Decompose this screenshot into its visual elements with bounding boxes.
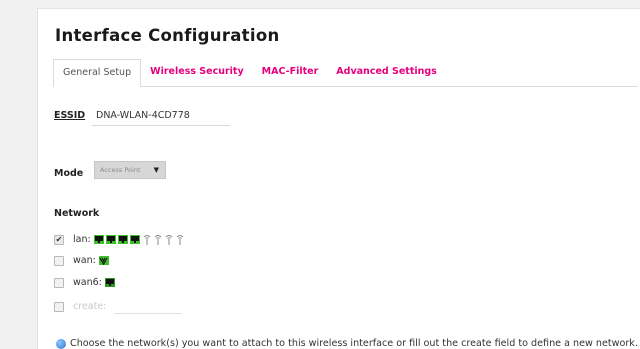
- info-icon: [56, 338, 66, 349]
- tab-wireless-security[interactable]: Wireless Security: [141, 59, 253, 85]
- lan-checkbox[interactable]: ✔: [54, 234, 64, 245]
- create-checkbox[interactable]: [54, 301, 64, 312]
- network-option-wan: wan:: [54, 255, 111, 266]
- network-option-name: create:: [73, 301, 107, 312]
- mode-label: Mode: [54, 168, 84, 179]
- wifi-antenna-icon: [143, 234, 151, 245]
- ethernet-port-icon: [117, 235, 128, 244]
- hint-text: Choose the network(s) you want to attach…: [70, 338, 638, 349]
- interface-config-panel: Interface Configuration General Setup Wi…: [37, 8, 640, 349]
- network-label: Network: [54, 208, 100, 219]
- wifi-antenna-icon: [165, 234, 173, 245]
- tab-bar: General Setup Wireless Security MAC-Filt…: [53, 59, 638, 87]
- mode-select[interactable]: Access Point ▼: [94, 161, 166, 179]
- tab-mac-filter[interactable]: MAC-Filter: [253, 59, 328, 85]
- wifi-antenna-icon: [176, 234, 184, 245]
- wan-globe-icon: [98, 256, 109, 265]
- wan6-checkbox[interactable]: [54, 277, 64, 288]
- network-option-name: lan:: [73, 234, 91, 245]
- network-option-lan: ✔ lan:: [54, 234, 186, 245]
- tab-general-setup[interactable]: General Setup: [53, 59, 142, 87]
- ethernet-port-icon: [93, 235, 104, 244]
- network-option-create: create:: [54, 299, 183, 314]
- network-option-wan6: wan6:: [54, 277, 117, 288]
- wifi-antenna-icon: [154, 234, 162, 245]
- create-network-input[interactable]: [114, 299, 183, 314]
- ethernet-port-icon: [104, 278, 115, 287]
- ethernet-port-icon: [105, 235, 116, 244]
- essid-label: ESSID: [54, 110, 86, 121]
- essid-input[interactable]: [92, 105, 230, 126]
- mode-selected-value: Access Point: [100, 166, 141, 174]
- network-option-name: wan6:: [73, 277, 102, 288]
- tab-advanced-settings[interactable]: Advanced Settings: [327, 59, 446, 85]
- chevron-down-icon: ▼: [153, 166, 159, 174]
- network-option-name: wan:: [73, 255, 96, 266]
- page-title: Interface Configuration: [55, 26, 280, 45]
- wan-checkbox[interactable]: [54, 255, 64, 266]
- ethernet-port-icon: [129, 235, 140, 244]
- network-hint: Choose the network(s) you want to attach…: [56, 338, 638, 349]
